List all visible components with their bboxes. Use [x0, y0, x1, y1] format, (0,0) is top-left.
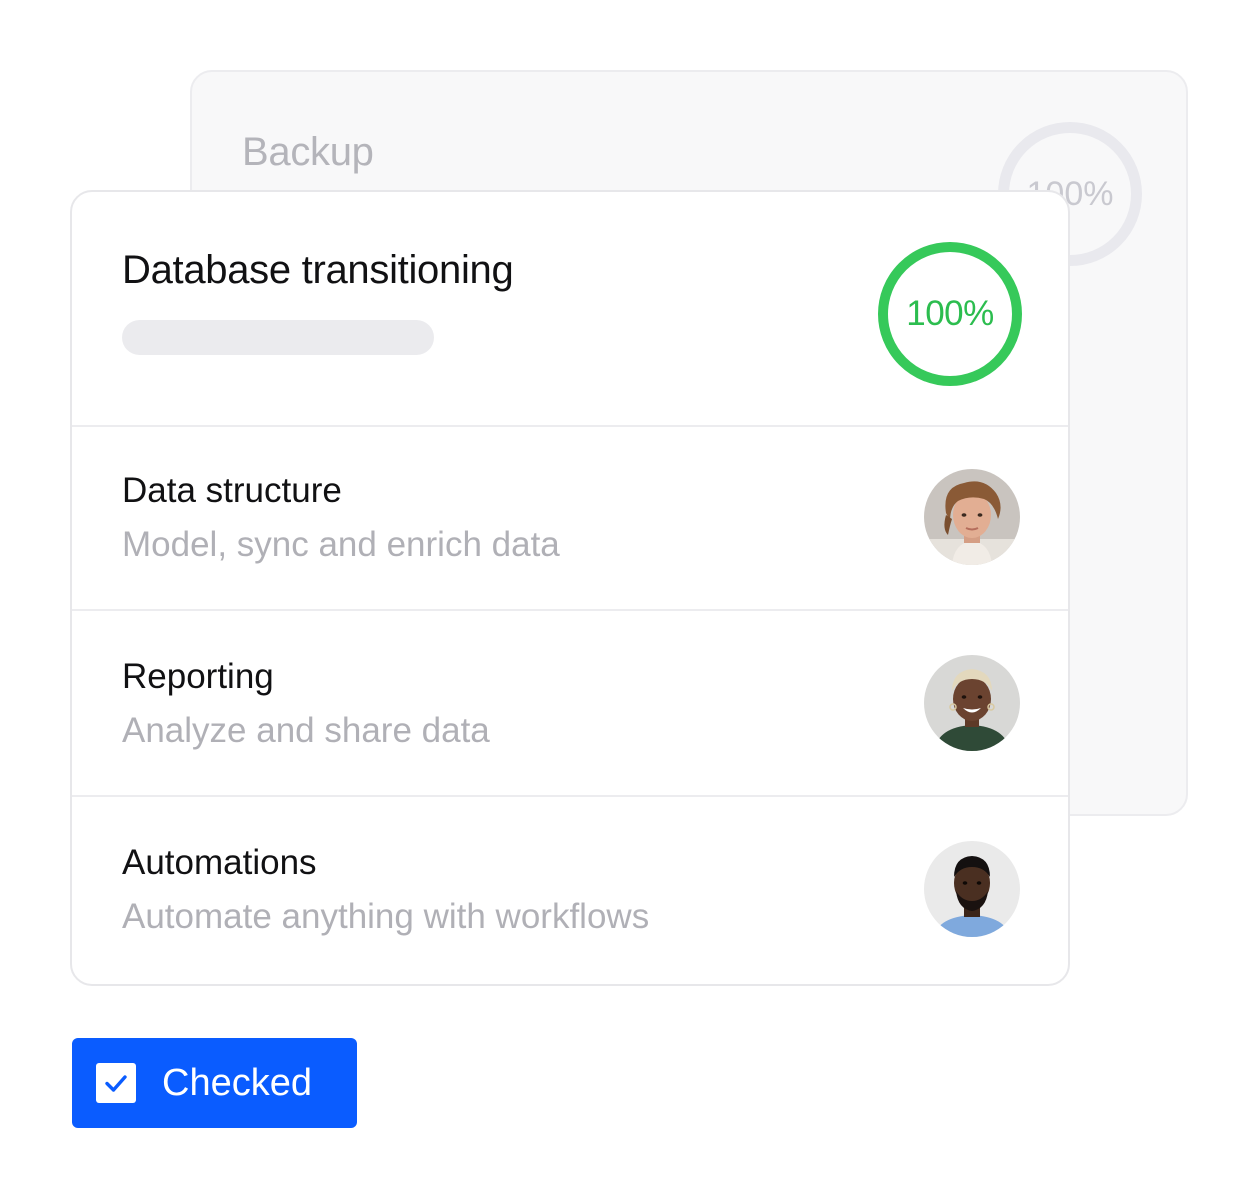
list-item-title: Data structure: [122, 471, 342, 510]
placeholder-bar: [122, 320, 434, 355]
progress-ring: 100%: [878, 242, 1022, 386]
list-item-title: Automations: [122, 843, 317, 882]
avatar-young-man-curly-hair: [924, 469, 1020, 565]
list-item-subtitle: Automate anything with workflows: [122, 897, 650, 936]
database-transition-card: Database transitioning 100% Data structu…: [70, 190, 1070, 986]
list-item-subtitle: Model, sync and enrich data: [122, 525, 560, 564]
progress-label: 100%: [906, 294, 994, 333]
card-header: Database transitioning 100%: [72, 192, 1068, 427]
checkmark-icon[interactable]: [96, 1063, 136, 1103]
avatar-smiling-woman-short-blonde-hair: [924, 655, 1020, 751]
avatar-man-beard-blue-shirt: [924, 841, 1020, 937]
stage: Backup 100% Database transitioning 100% …: [0, 0, 1260, 1200]
list-item-subtitle: Analyze and share data: [122, 711, 490, 750]
list-item-data-structure[interactable]: Data structure Model, sync and enrich da…: [72, 425, 1068, 611]
list-item-title: Reporting: [122, 657, 274, 696]
card-title: Database transitioning: [122, 248, 514, 292]
backup-card-title: Backup: [242, 130, 374, 174]
checked-button-label: Checked: [162, 1062, 312, 1104]
checked-button[interactable]: Checked: [72, 1038, 357, 1128]
list-item-reporting[interactable]: Reporting Analyze and share data: [72, 611, 1068, 797]
list-item-automations[interactable]: Automations Automate anything with workf…: [72, 797, 1068, 983]
